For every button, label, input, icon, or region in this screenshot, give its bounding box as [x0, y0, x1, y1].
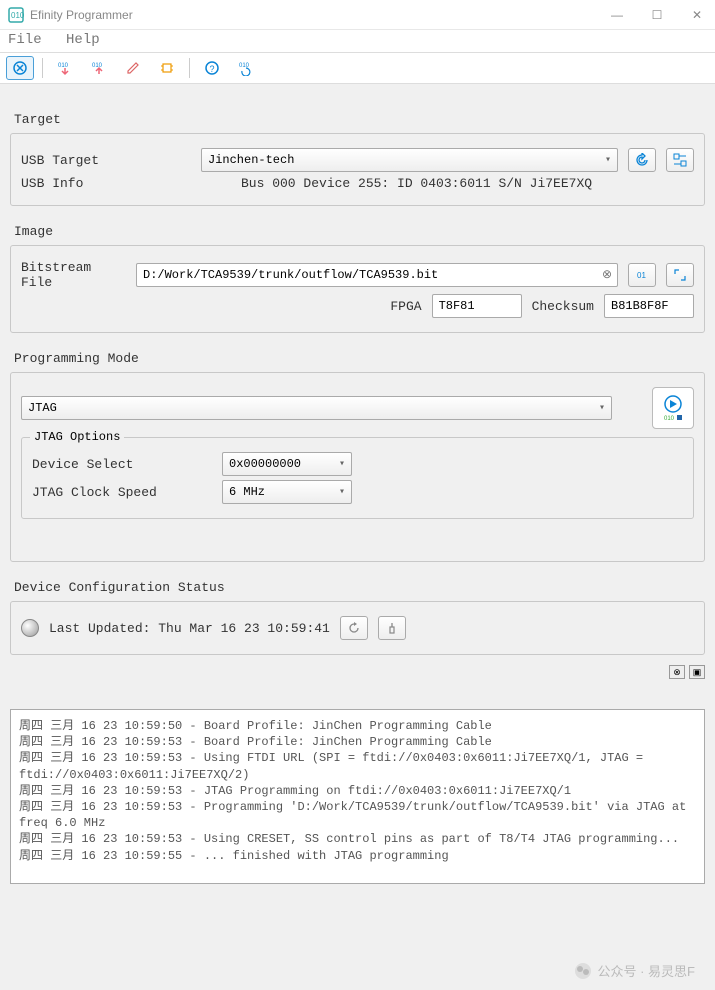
svg-text:010: 010: [92, 63, 103, 69]
fpga-label: FPGA: [390, 299, 421, 314]
svg-text:010: 010: [11, 11, 24, 20]
bitstream-input[interactable]: [136, 263, 618, 287]
log-tools: ⊗ ▣: [10, 665, 705, 679]
help-icon: ?: [205, 61, 219, 75]
jtag-clock-dropdown[interactable]: 6 MHz: [222, 480, 352, 504]
refresh-icon: [635, 153, 649, 167]
progmode-panel: JTAG 010 JTAG Options Device Select 0x00…: [10, 372, 705, 562]
cancel-tool-button[interactable]: [6, 56, 34, 80]
pencil-icon: [125, 60, 141, 76]
minimize-button[interactable]: —: [607, 8, 627, 22]
bits-icon: 01: [635, 268, 649, 282]
refresh-status-button[interactable]: [340, 616, 368, 640]
probe-status-button[interactable]: [378, 616, 406, 640]
titlebar: 010 Efinity Programmer — ☐ ✕: [0, 0, 715, 30]
cancel-icon: [13, 61, 27, 75]
image-section-label: Image: [14, 224, 705, 239]
svg-text:01: 01: [637, 271, 646, 280]
fpga-input[interactable]: [432, 294, 522, 318]
clear-bitstream-icon[interactable]: ⊗: [602, 267, 612, 281]
svg-text:?: ?: [210, 64, 215, 74]
export-icon: 010: [91, 60, 107, 76]
log-clear-button[interactable]: ⊗: [669, 665, 685, 679]
target-panel: USB Target Jinchen-tech USB Info Bus 000…: [10, 133, 705, 206]
usb-info-value: Bus 000 Device 255: ID 0403:6011 S/N Ji7…: [241, 176, 592, 191]
edit-tool-button[interactable]: [119, 56, 147, 80]
content-area: Target USB Target Jinchen-tech USB Info …: [0, 84, 715, 990]
refresh-bits-button[interactable]: 010: [232, 56, 260, 80]
play-icon: [663, 394, 683, 414]
status-section-label: Device Configuration Status: [14, 580, 705, 595]
refresh-icon: [348, 622, 360, 634]
svg-text:010: 010: [58, 63, 69, 69]
checksum-label: Checksum: [532, 299, 594, 314]
watermark: 公众号 · 易灵思F: [574, 961, 696, 980]
menu-help[interactable]: Help: [66, 32, 100, 48]
usb-target-label: USB Target: [21, 153, 191, 168]
configure-target-button[interactable]: [666, 148, 694, 172]
checksum-input[interactable]: [604, 294, 694, 318]
jtag-options-group: JTAG Options Device Select 0x00000000 JT…: [21, 437, 694, 519]
menubar: File Help: [0, 30, 715, 52]
probe-icon: [386, 622, 398, 634]
usb-target-select[interactable]: Jinchen-tech: [201, 148, 618, 172]
wechat-icon: [574, 962, 592, 980]
maximize-button[interactable]: ☐: [647, 8, 667, 22]
image-panel: Bitstream File ⊗ 01 FPGA Checksum: [10, 245, 705, 333]
refresh-target-button[interactable]: [628, 148, 656, 172]
chip-icon: [159, 60, 175, 76]
expand-icon: [673, 268, 687, 282]
menu-file[interactable]: File: [8, 32, 42, 48]
status-panel: Last Updated: Thu Mar 16 23 10:59:41: [10, 601, 705, 655]
refresh-bits-icon: 010: [238, 60, 254, 76]
app-logo-icon: 010: [8, 7, 24, 23]
status-text: Last Updated: Thu Mar 16 23 10:59:41: [49, 621, 330, 636]
target-section-label: Target: [14, 112, 705, 127]
export-tool-button[interactable]: 010: [85, 56, 113, 80]
window-title: Efinity Programmer: [30, 8, 607, 22]
usb-info-label: USB Info: [21, 176, 191, 191]
device-select-dropdown[interactable]: 0x00000000: [222, 452, 352, 476]
expand-bitstream-button[interactable]: [666, 263, 694, 287]
bitstream-label: Bitstream File: [21, 260, 126, 290]
chip-small-icon: 010: [663, 414, 683, 422]
chip-tool-button[interactable]: [153, 56, 181, 80]
import-tool-button[interactable]: 010: [51, 56, 79, 80]
progmode-select[interactable]: JTAG: [21, 396, 612, 420]
log-expand-button[interactable]: ▣: [689, 665, 705, 679]
log-output: 周四 三月 16 23 10:59:50 - Board Profile: Ji…: [10, 709, 705, 884]
svg-text:010: 010: [664, 416, 675, 422]
program-start-button[interactable]: 010: [652, 387, 694, 429]
import-icon: 010: [57, 60, 73, 76]
configure-icon: [673, 153, 687, 167]
device-select-label: Device Select: [32, 457, 212, 472]
toolbar: 010 010 ? 010: [0, 52, 715, 84]
status-indicator-icon: [21, 619, 39, 637]
jtag-clock-label: JTAG Clock Speed: [32, 485, 212, 500]
help-tool-button[interactable]: ?: [198, 56, 226, 80]
browse-bitstream-button[interactable]: 01: [628, 263, 656, 287]
jtag-options-title: JTAG Options: [30, 430, 124, 444]
close-button[interactable]: ✕: [687, 8, 707, 22]
progmode-section-label: Programming Mode: [14, 351, 705, 366]
